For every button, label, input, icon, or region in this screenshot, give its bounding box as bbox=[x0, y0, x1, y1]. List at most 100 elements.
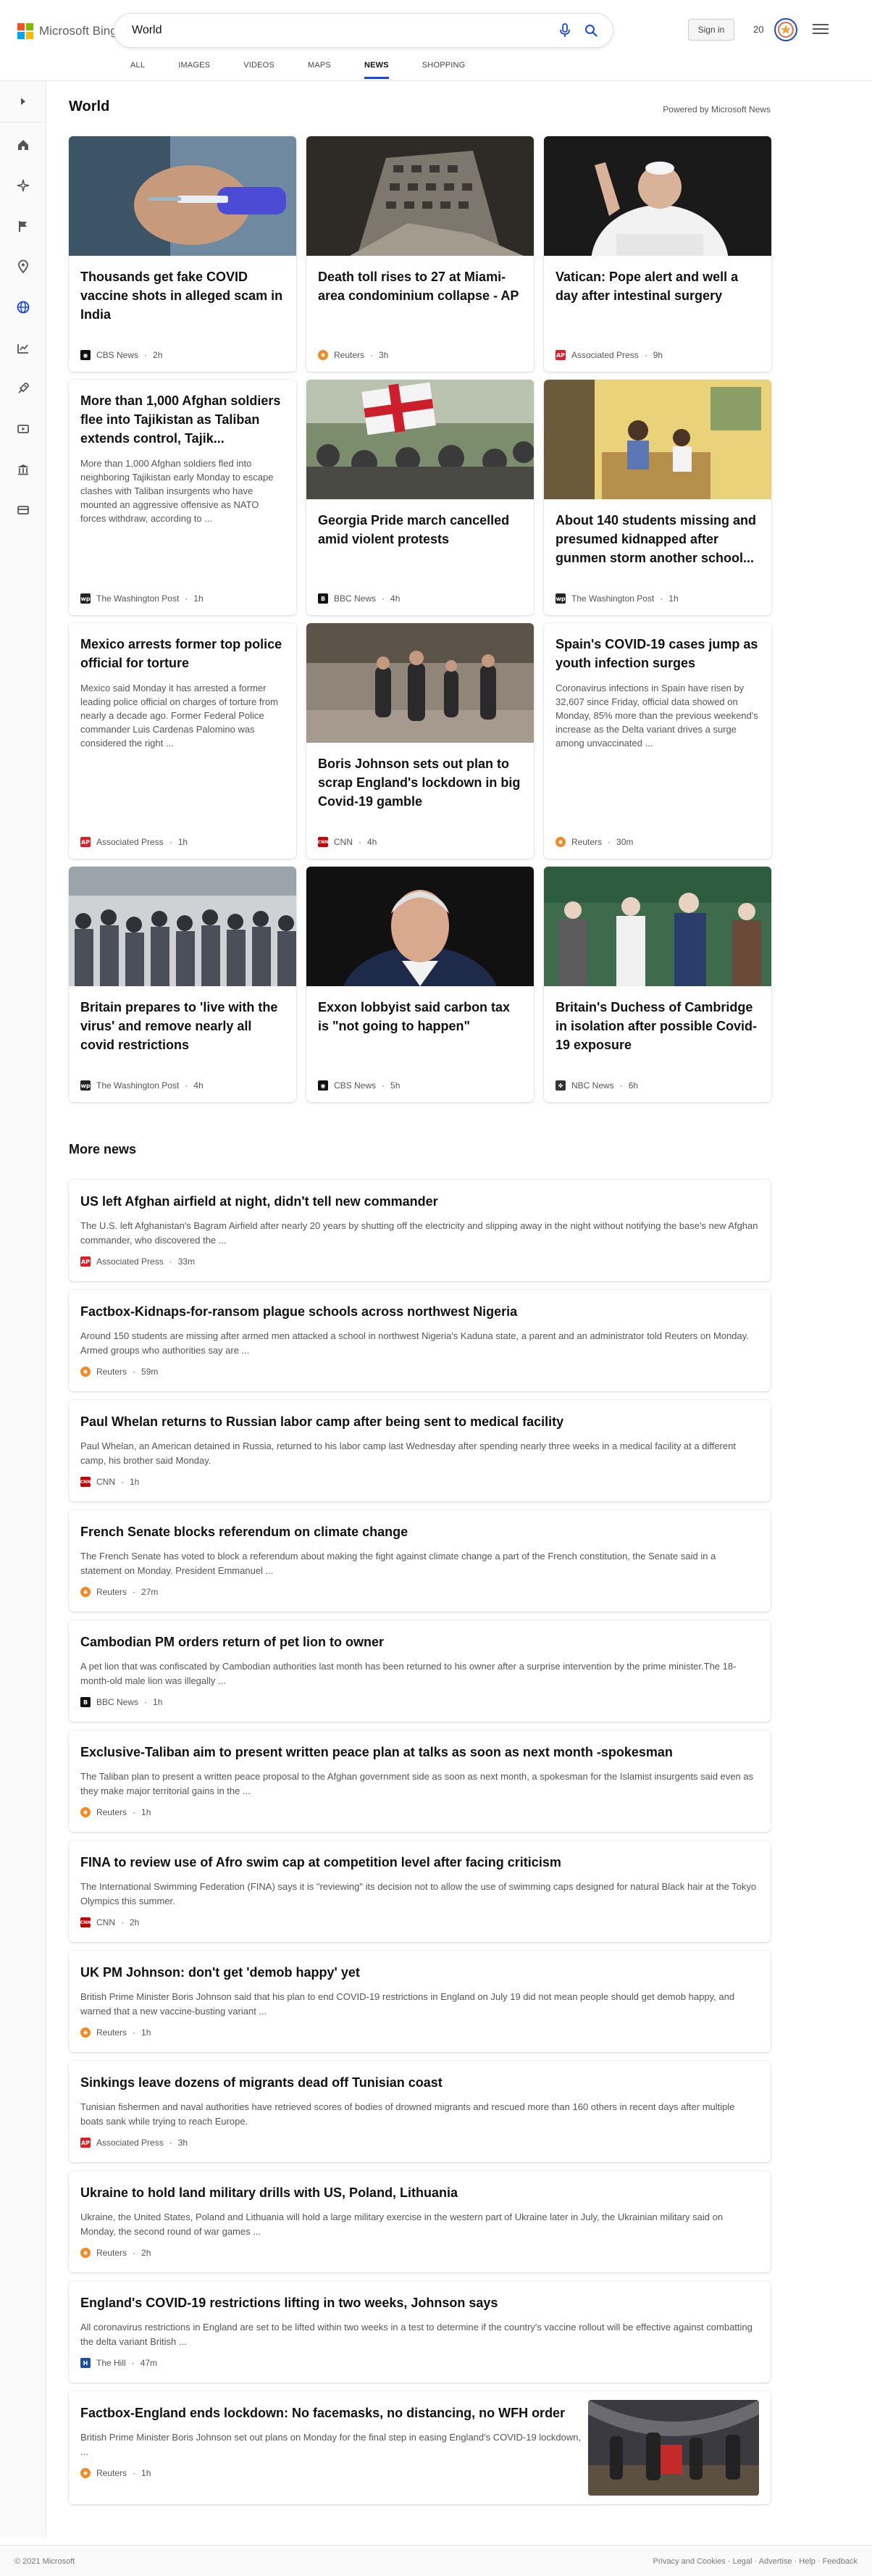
news-title[interactable]: FINA to review use of Afro swim cap at c… bbox=[80, 1855, 759, 1870]
news-card[interactable]: Spain's COVID-19 cases jump as youth inf… bbox=[544, 623, 771, 859]
tab-news[interactable]: NEWS bbox=[364, 58, 389, 79]
news-list-item[interactable]: Factbox-Kidnaps-for-ransom plague school… bbox=[69, 1290, 771, 1391]
tab-shopping[interactable]: SHOPPING bbox=[422, 58, 466, 79]
news-card[interactable]: Georgia Pride march cancelled amid viole… bbox=[306, 380, 534, 615]
news-title[interactable]: England's COVID-19 restrictions lifting … bbox=[80, 2296, 759, 2311]
news-title[interactable]: US left Afghan airfield at night, didn't… bbox=[80, 1194, 759, 1209]
science-technology-icon[interactable] bbox=[13, 378, 33, 399]
flag-icon[interactable] bbox=[13, 216, 33, 236]
card-title[interactable]: Exxon lobbyist said carbon tax is "not g… bbox=[318, 998, 522, 1035]
separator-dot: · bbox=[121, 1917, 124, 1927]
news-thumbnail[interactable] bbox=[588, 2400, 759, 2496]
news-snippet: All coronavirus restrictions in England … bbox=[80, 2322, 752, 2347]
news-card[interactable]: Mexico arrests former top police officia… bbox=[69, 623, 296, 859]
card-source: wp The Washington Post · 1h bbox=[80, 593, 204, 604]
news-title[interactable]: Exclusive-Taliban aim to present written… bbox=[80, 1745, 759, 1760]
tab-images[interactable]: IMAGES bbox=[178, 58, 210, 79]
search-input[interactable] bbox=[132, 24, 549, 37]
news-list-item[interactable]: Sinkings leave dozens of migrants dead o… bbox=[69, 2061, 771, 2162]
news-snippet: British Prime Minister Boris Johnson sai… bbox=[80, 1991, 735, 2017]
expand-icon[interactable] bbox=[13, 91, 33, 112]
news-list-item[interactable]: Ukraine to hold land military drills wit… bbox=[69, 2171, 771, 2272]
card-image[interactable] bbox=[306, 136, 534, 256]
card-title[interactable]: Spain's COVID-19 cases jump as youth inf… bbox=[556, 635, 760, 672]
news-list-item[interactable]: French Senate blocks referendum on clima… bbox=[69, 1510, 771, 1612]
menu-icon[interactable] bbox=[813, 22, 829, 36]
card-source: AP Associated Press · 1h bbox=[80, 837, 188, 847]
home-icon[interactable] bbox=[13, 135, 33, 155]
source-time: 1h bbox=[193, 593, 204, 604]
card-title[interactable]: More than 1,000 Afghan soldiers flee int… bbox=[80, 391, 285, 448]
news-card[interactable]: Britain's Duchess of Cambridge in isolat… bbox=[544, 867, 771, 1102]
news-card[interactable]: Exxon lobbyist said carbon tax is "not g… bbox=[306, 867, 534, 1102]
footer-links[interactable]: Privacy and Cookies · Legal · Advertise … bbox=[653, 2557, 858, 2566]
news-list-item[interactable]: US left Afghan airfield at night, didn't… bbox=[69, 1180, 771, 1281]
card-title[interactable]: Britain's Duchess of Cambridge in isolat… bbox=[556, 998, 760, 1054]
card-title[interactable]: Thousands get fake COVID vaccine shots i… bbox=[80, 267, 285, 324]
powered-by[interactable]: Powered by Microsoft News bbox=[579, 104, 771, 114]
card-title[interactable]: Britain prepares to 'live with the virus… bbox=[80, 998, 285, 1054]
more-news-title: More news bbox=[69, 1142, 137, 1156]
business-icon[interactable] bbox=[13, 338, 33, 358]
news-source: B BBC News · 1h bbox=[80, 1697, 162, 1707]
location-icon[interactable] bbox=[13, 257, 33, 277]
source-time: 1h bbox=[668, 593, 679, 604]
news-title[interactable]: Factbox-England ends lockdown: No facema… bbox=[80, 2406, 582, 2421]
search-icon[interactable] bbox=[581, 20, 601, 41]
tab-videos[interactable]: VIDEOS bbox=[243, 58, 274, 79]
news-card[interactable]: More than 1,000 Afghan soldiers flee int… bbox=[69, 380, 296, 615]
card-image[interactable] bbox=[544, 380, 771, 499]
news-card[interactable]: Boris Johnson sets out plan to scrap Eng… bbox=[306, 623, 534, 859]
news-snippet: Tunisian fishermen and naval authorities… bbox=[80, 2101, 735, 2127]
news-list-item[interactable]: Factbox-England ends lockdown: No facema… bbox=[69, 2391, 771, 2504]
card-title[interactable]: Vatican: Pope alert and well a day after… bbox=[556, 267, 760, 305]
rewards-count[interactable]: 20 bbox=[753, 24, 763, 35]
card-image[interactable] bbox=[306, 380, 534, 499]
tab-maps[interactable]: MAPS bbox=[308, 58, 331, 79]
entertainment-icon[interactable] bbox=[13, 419, 33, 439]
news-list-item[interactable]: Paul Whelan returns to Russian labor cam… bbox=[69, 1400, 771, 1501]
news-title[interactable]: Ukraine to hold land military drills wit… bbox=[80, 2185, 759, 2201]
news-title[interactable]: Paul Whelan returns to Russian labor cam… bbox=[80, 1414, 759, 1430]
card-image[interactable] bbox=[544, 136, 771, 321]
news-card[interactable]: Britain prepares to 'live with the virus… bbox=[69, 867, 296, 1102]
tab-all[interactable]: ALL bbox=[130, 58, 145, 79]
news-card[interactable]: Death toll rises to 27 at Miami-area con… bbox=[306, 136, 534, 372]
card-image[interactable] bbox=[306, 867, 534, 1055]
rewards-medal-icon[interactable] bbox=[774, 17, 798, 42]
card-image[interactable] bbox=[544, 867, 771, 986]
news-title[interactable]: Sinkings leave dozens of migrants dead o… bbox=[80, 2075, 759, 2091]
card-title[interactable]: Boris Johnson sets out plan to scrap Eng… bbox=[318, 754, 522, 811]
sign-in-button[interactable]: Sign in bbox=[688, 19, 734, 41]
news-title[interactable]: Cambodian PM orders return of pet lion t… bbox=[80, 1635, 759, 1650]
news-title[interactable]: UK PM Johnson: don't get 'demob happy' y… bbox=[80, 1965, 759, 1980]
news-list-item[interactable]: England's COVID-19 restrictions lifting … bbox=[69, 2281, 771, 2383]
news-list-item[interactable]: UK PM Johnson: don't get 'demob happy' y… bbox=[69, 1951, 771, 2052]
card-title[interactable]: Georgia Pride march cancelled amid viole… bbox=[318, 511, 522, 549]
source-name: Reuters bbox=[96, 2248, 127, 2258]
world-icon[interactable] bbox=[13, 297, 33, 317]
recommended-icon[interactable] bbox=[13, 175, 33, 196]
card-title[interactable]: Mexico arrests former top police officia… bbox=[80, 635, 285, 672]
news-title[interactable]: French Senate blocks referendum on clima… bbox=[80, 1525, 759, 1540]
card-image[interactable] bbox=[69, 136, 296, 256]
news-card[interactable]: About 140 students missing and presumed … bbox=[544, 380, 771, 615]
news-list-item[interactable]: Exclusive-Taliban aim to present written… bbox=[69, 1730, 771, 1832]
source-name: The Washington Post bbox=[96, 593, 180, 604]
finance-icon[interactable] bbox=[13, 500, 33, 520]
news-card[interactable]: Thousands get fake COVID vaccine shots i… bbox=[69, 136, 296, 372]
news-list-item[interactable]: Cambodian PM orders return of pet lion t… bbox=[69, 1620, 771, 1722]
separator-dot: · bbox=[133, 1807, 136, 1817]
card-title[interactable]: About 140 students missing and presumed … bbox=[556, 511, 760, 567]
card-title[interactable]: Death toll rises to 27 at Miami-area con… bbox=[318, 267, 522, 305]
card-image[interactable] bbox=[306, 623, 534, 743]
politics-icon[interactable] bbox=[13, 459, 33, 480]
news-card[interactable]: Vatican: Pope alert and well a day after… bbox=[544, 136, 771, 372]
news-source: CNN CNN · 2h bbox=[80, 1917, 139, 1927]
bing-logo[interactable]: Microsoft Bing bbox=[17, 23, 117, 39]
source-name: The Washington Post bbox=[571, 593, 655, 604]
microphone-icon[interactable] bbox=[555, 20, 575, 41]
news-title[interactable]: Factbox-Kidnaps-for-ransom plague school… bbox=[80, 1304, 759, 1320]
card-image[interactable] bbox=[69, 867, 296, 986]
news-list-item[interactable]: FINA to review use of Afro swim cap at c… bbox=[69, 1841, 771, 1942]
